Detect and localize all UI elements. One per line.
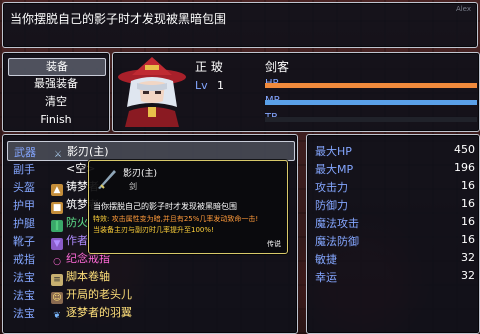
param-value: 16 — [461, 197, 475, 210]
slot-label: 法宝 — [13, 271, 35, 284]
tooltip-set-bonus: 当装备主刃与副刃时几率提升至100%! — [93, 226, 214, 234]
param-label: 最大MP — [315, 163, 354, 176]
slot-item-name: 逐梦者的羽翼 — [66, 306, 132, 319]
command-equip-label: 装备 — [46, 60, 68, 73]
slot-label: 副手 — [13, 163, 35, 176]
param-label: 魔法防御 — [315, 235, 359, 248]
slot-item-name: 脚本卷轴 — [66, 270, 110, 283]
param-value: 196 — [454, 161, 475, 174]
param-row: 最大HP 450 — [313, 141, 477, 159]
tooltip-special-label: 特效: — [93, 215, 110, 223]
slot-label: 戒指 — [13, 253, 35, 266]
param-value: 32 — [461, 269, 475, 282]
command-finish-label: Finish — [40, 113, 72, 126]
param-value: 450 — [454, 143, 475, 156]
slot-item-name: 影刃(主) — [67, 145, 109, 158]
item-tooltip: 影刃(主) 剑 当你摆脱自己的影子时才发现被黑暗包围 特效: 攻击属性变为暗,并… — [88, 160, 288, 254]
param-row: 敏捷 32 — [313, 249, 477, 267]
param-label: 魔法攻击 — [315, 217, 359, 230]
equip-slot-treasure-1[interactable]: 法宝 ≡ 脚本卷轴 — [7, 267, 293, 286]
tp-gauge — [265, 117, 477, 122]
param-row: 最大MP 196 — [313, 159, 477, 177]
mp-gauge — [265, 100, 477, 105]
slot-item-name: 开局的老头儿 — [66, 288, 132, 301]
param-label: 敏捷 — [315, 253, 337, 266]
slot-item-name: 作者 — [66, 234, 88, 247]
tooltip-item-type: 剑 — [129, 182, 137, 191]
tooltip-rarity: 传说 — [267, 240, 281, 248]
hp-gauge — [265, 83, 477, 88]
actor-portrait — [117, 55, 187, 127]
param-row: 攻击力 16 — [313, 177, 477, 195]
slot-label: 头盔 — [13, 181, 35, 194]
actor-name: 正 玻 — [195, 60, 223, 74]
command-window: 装备 最强装备 清空 Finish — [2, 52, 110, 132]
blade-icon — [98, 170, 116, 189]
equip-slot-treasure-2[interactable]: 法宝 ☺ 开局的老头儿 — [7, 285, 293, 304]
tooltip-special-line: 特效: 攻击属性变为暗,并且有25%几率发动致命一击! — [93, 214, 258, 224]
param-value: 16 — [461, 215, 475, 228]
mp-gauge-fill — [265, 100, 477, 105]
param-value: 16 — [461, 233, 475, 246]
slot-label: 武器 — [14, 146, 36, 159]
slot-label: 法宝 — [13, 307, 35, 320]
param-row: 幸运 32 — [313, 267, 477, 285]
command-optimize-label: 最强装备 — [34, 77, 78, 90]
param-row: 魔法攻击 16 — [313, 213, 477, 231]
param-label: 最大HP — [315, 145, 352, 158]
param-label: 防御力 — [315, 199, 348, 212]
hp-gauge-fill — [265, 83, 477, 88]
tooltip-description: 当你摆脱自己的影子时才发现被黑暗包围 — [93, 202, 237, 211]
slot-label: 护腿 — [13, 217, 35, 230]
equip-slot-treasure-3[interactable]: 法宝 ❦ 逐梦者的羽翼 — [7, 303, 293, 321]
param-value: 16 — [461, 179, 475, 192]
param-window: 最大HP 450 最大MP 196 攻击力 16 防御力 16 魔法攻击 16 魔法防御 1… — [306, 134, 480, 334]
param-row: 防御力 16 — [313, 195, 477, 213]
tooltip-special-text: 攻击属性变为暗,并且有25%几率发动致命一击! — [111, 215, 259, 223]
slot-label: 法宝 — [13, 289, 35, 302]
command-equip[interactable]: 装备 — [8, 58, 106, 76]
slot-item-name: 防火 — [66, 216, 88, 229]
slot-label: 靴子 — [13, 235, 35, 248]
command-clear-label: 清空 — [45, 95, 67, 108]
wing-icon: ❦ — [53, 311, 61, 321]
actor-class: 剑客 — [265, 60, 290, 74]
command-finish[interactable]: Finish — [8, 112, 104, 128]
slot-label: 护甲 — [13, 199, 35, 212]
help-window: 当你摆脱自己的影子时才发现被黑暗包围 Alex — [2, 2, 478, 48]
level-label: Lv — [195, 79, 208, 92]
command-clear[interactable]: 清空 — [8, 94, 104, 110]
command-optimize[interactable]: 最强装备 — [8, 76, 104, 92]
param-label: 攻击力 — [315, 181, 348, 194]
param-label: 幸运 — [315, 271, 337, 284]
help-text: 当你摆脱自己的影子时才发现被黑暗包围 — [10, 12, 227, 26]
equip-slot-weapon[interactable]: 武器 ⚔ 影刃(主) — [7, 141, 295, 161]
corner-hint: Alex — [455, 5, 471, 13]
param-row: 魔法防御 16 — [313, 231, 477, 249]
tooltip-item-name: 影刃(主) — [123, 169, 158, 179]
param-value: 32 — [461, 251, 475, 264]
actor-status-window: 正 玻 Lv 1 剑客 HP MP TP — [112, 52, 480, 132]
level-value: 1 — [217, 79, 224, 92]
